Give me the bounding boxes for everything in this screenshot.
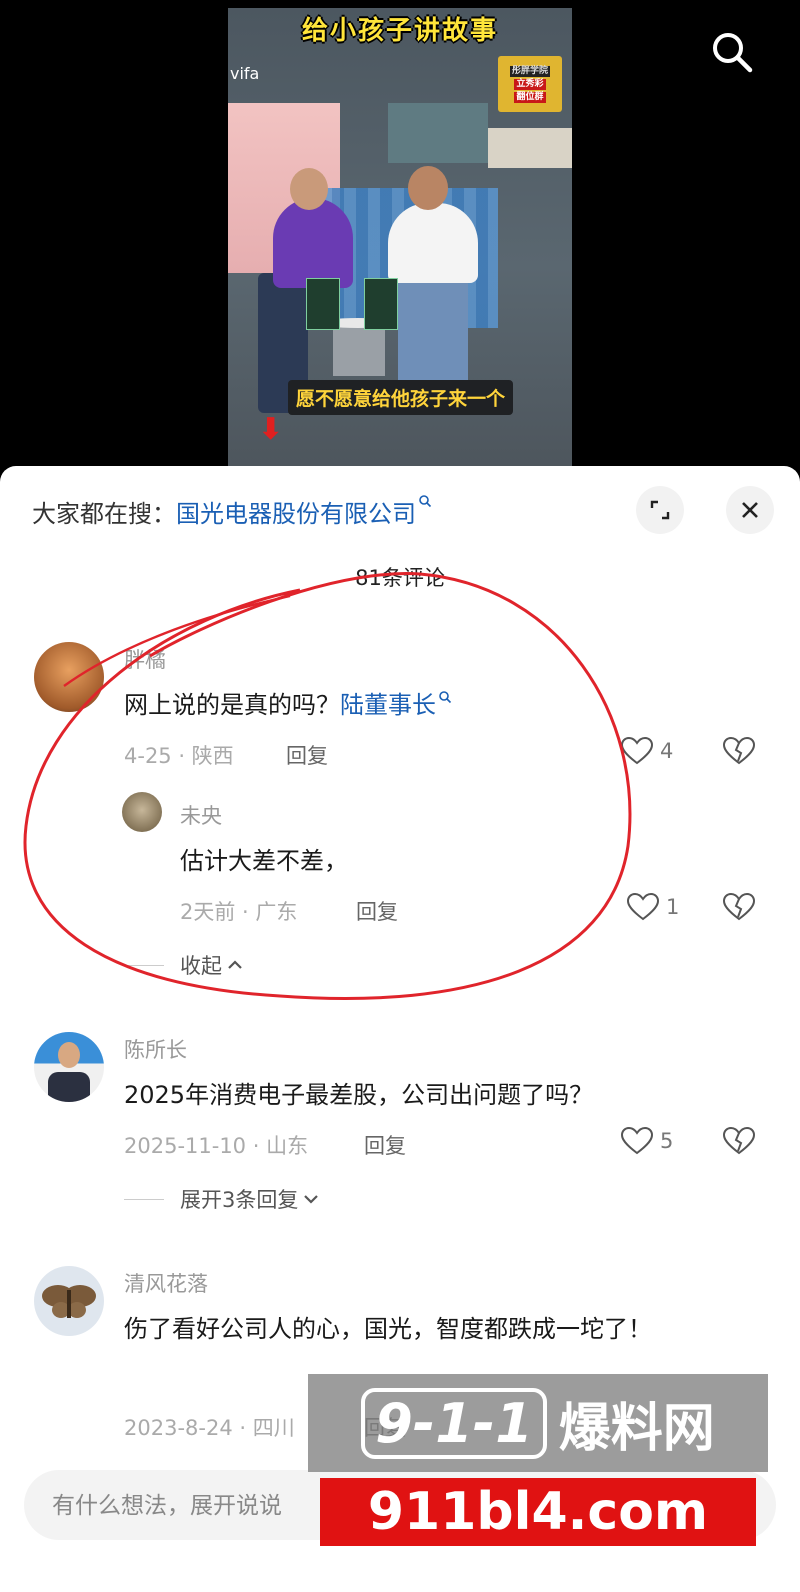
video-person [408, 166, 448, 210]
video-subtitle: 愿不愿意给他孩子来一个 [288, 380, 514, 415]
video-table [333, 326, 385, 376]
reply-meta: 2天前 · 广东 [180, 900, 298, 924]
video-book [306, 278, 340, 330]
heart-icon [620, 736, 654, 765]
watermark-name: 爆料网 [558, 1398, 715, 1459]
comment-username[interactable]: 胖橘 [124, 644, 166, 674]
comment-text: 伤了看好公司人的心，国光，智度都跌成一坨了！ [124, 1315, 652, 1343]
comment-username[interactable]: 陈所长 [124, 1034, 187, 1064]
broken-heart-icon [722, 1126, 756, 1155]
watermark: 9-1-1 爆料网 911bl4.com [308, 1374, 768, 1578]
reply-button[interactable]: 回复 [364, 1130, 406, 1160]
dislike-button[interactable] [722, 736, 756, 770]
like-count: 1 [666, 895, 680, 919]
hot-search-keyword[interactable]: 国光电器股份有限公司 [176, 500, 416, 528]
annotation-circle [23, 572, 632, 1000]
dislike-button[interactable] [722, 1126, 756, 1160]
heart-icon [620, 1126, 654, 1155]
video-book [364, 278, 398, 330]
broken-heart-icon [722, 892, 756, 921]
comment-count: 81条评论 [355, 566, 445, 590]
search-icon [713, 33, 753, 73]
chevron-down-icon [304, 1195, 319, 1204]
video-background-shelf [388, 103, 488, 163]
toggle-label: 展开3条回复 [180, 1188, 299, 1212]
avatar-face [58, 1042, 80, 1068]
like-button[interactable]: 4 [620, 736, 673, 766]
divider [124, 1198, 164, 1200]
video-background-shelf [488, 128, 572, 168]
video-person [273, 198, 353, 288]
reply-text: 估计大差不差， [180, 847, 348, 875]
like-count: 4 [660, 739, 674, 763]
avatar[interactable] [34, 1032, 104, 1102]
toggle-label: 收起 [180, 954, 222, 978]
reply-button[interactable]: 回复 [286, 740, 328, 770]
video-person [398, 276, 468, 386]
badge-line: 彤胖学院 [509, 65, 550, 77]
comment-mention[interactable]: 陆董事长 [340, 691, 436, 719]
comment-meta: 2025-11-10 · 山东 [124, 1134, 309, 1158]
comment-text: 网上说的是真的吗？陆董事长 [124, 682, 452, 728]
avatar-suit [48, 1072, 90, 1102]
video-badge: 彤胖学院 立秀彩 翻位群 [498, 56, 562, 112]
reply-button[interactable]: 回复 [356, 896, 398, 926]
expand-button[interactable] [636, 486, 684, 534]
video-player[interactable]: 给小孩子讲故事 vifa 彤胖学院 立秀彩 翻位群 愿不愿意给他孩子来一个 ⬇ [0, 0, 800, 480]
divider [124, 964, 164, 966]
search-icon [439, 691, 452, 704]
search-button[interactable] [708, 28, 756, 76]
like-button[interactable]: 1 [626, 892, 679, 922]
like-count: 5 [660, 1129, 674, 1153]
watermark-logo: 9-1-1 [361, 1387, 547, 1459]
watermark-url: 911bl4.com [320, 1478, 756, 1546]
butterfly-icon [42, 1285, 96, 1318]
video-frame[interactable]: 给小孩子讲故事 vifa 彤胖学院 立秀彩 翻位群 愿不愿意给他孩子来一个 ⬇ [228, 8, 572, 478]
expand-replies-button[interactable]: 展开3条回复 [124, 1184, 320, 1214]
video-person [388, 203, 478, 283]
avatar[interactable] [34, 1266, 104, 1336]
search-icon [419, 495, 432, 508]
heart-icon [626, 892, 660, 921]
collapse-replies-button[interactable]: 收起 [124, 950, 244, 980]
hot-search-bar[interactable]: 大家都在搜：国光电器股份有限公司 [32, 494, 432, 529]
comment-username[interactable]: 清风花落 [124, 1268, 208, 1298]
arrow-down-icon: ⬇ [258, 412, 284, 447]
video-title: 给小孩子讲故事 [301, 16, 498, 46]
video-brand-logo: vifa [230, 64, 260, 83]
badge-line: 立秀彩 [514, 78, 546, 90]
comment-meta: 4-25 · 陕西 [124, 744, 234, 768]
comment-body: 网上说的是真的吗？ [124, 691, 340, 719]
hot-search-label: 大家都在搜： [32, 500, 176, 528]
comment-meta: 2023-8-24 · 四川 [124, 1416, 295, 1440]
comment-text: 2025年消费电子最差股，公司出问题了吗？ [124, 1081, 594, 1109]
close-icon [742, 502, 758, 518]
dislike-button[interactable] [722, 892, 756, 926]
avatar[interactable] [34, 642, 104, 712]
reply-username[interactable]: 未央 [180, 800, 222, 830]
chevron-up-icon [228, 960, 242, 969]
broken-heart-icon [722, 736, 756, 765]
close-button[interactable] [726, 486, 774, 534]
expand-icon [650, 500, 670, 520]
badge-line: 翻位群 [514, 91, 546, 103]
watermark-banner: 9-1-1 爆料网 [308, 1374, 768, 1472]
avatar[interactable] [122, 792, 162, 832]
video-person [290, 168, 328, 210]
like-button[interactable]: 5 [620, 1126, 673, 1156]
